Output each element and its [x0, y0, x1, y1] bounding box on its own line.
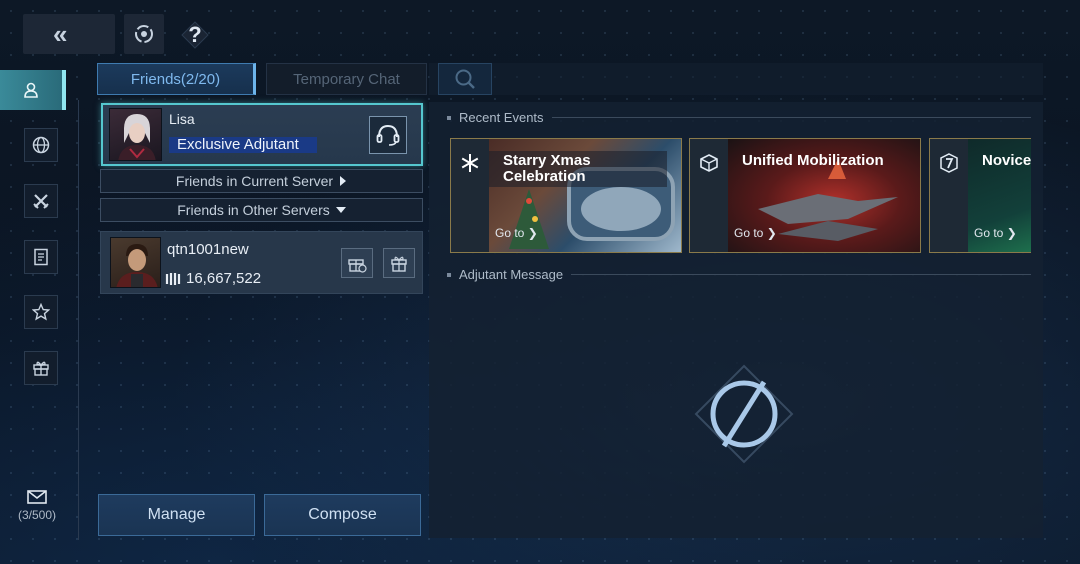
customer-service-button[interactable]: [369, 116, 407, 154]
power-value: 16,667,522: [186, 270, 262, 287]
divider: [571, 274, 1031, 275]
event-goto-link[interactable]: Go to ❯: [734, 226, 777, 240]
envelope-icon: [27, 490, 47, 504]
tab-friends[interactable]: Friends(2/20): [97, 63, 256, 95]
event-goto-link[interactable]: Go to ❯: [495, 226, 538, 240]
section-title: Adjutant Message: [459, 267, 564, 282]
cube-icon: [700, 154, 718, 172]
nav-item-battle[interactable]: [24, 184, 58, 218]
recent-events-header: Recent Events: [447, 110, 1031, 125]
event-clip: Novice Go to ❯: [929, 138, 1031, 253]
tab-temporary-chat[interactable]: Temporary Chat: [266, 63, 427, 95]
chevron-right-icon: ❯: [527, 226, 538, 240]
event-title: Unified Mobilization: [742, 152, 884, 169]
manage-button[interactable]: Manage: [98, 494, 255, 536]
settings-button[interactable]: [124, 14, 164, 54]
group-other-servers[interactable]: Friends in Other Servers: [100, 198, 423, 222]
question-icon: ?: [188, 22, 202, 47]
chevron-right-icon: ❯: [766, 226, 777, 240]
gift-icon: [391, 256, 407, 272]
headset-icon: [376, 124, 400, 146]
event-card-novice[interactable]: Novice Go to ❯: [929, 138, 1031, 253]
seven-badge-icon: [940, 153, 958, 173]
crossed-swords-icon: [33, 194, 49, 209]
event-card-mobilization[interactable]: Unified Mobilization Go to ❯: [689, 138, 921, 253]
chevron-right-icon: ❯: [1006, 226, 1017, 240]
event-icon-column: [451, 139, 489, 252]
gift-icon: [33, 361, 49, 376]
nav-item-favorites[interactable]: [24, 295, 58, 329]
globe-icon: [32, 136, 50, 154]
document-icon: [34, 248, 48, 266]
adjutant-message-header: Adjutant Message: [447, 267, 1031, 282]
adjutant-role-badge: Exclusive Adjutant: [169, 137, 317, 153]
nav-item-gifts[interactable]: [24, 351, 58, 385]
compose-button[interactable]: Compose: [264, 494, 421, 536]
nav-divider: [78, 100, 79, 540]
bullet: [447, 115, 451, 120]
side-nav: [0, 60, 80, 550]
double-chevron-left-icon: «: [53, 18, 68, 49]
event-art: Unified Mobilization Go to ❯: [728, 139, 920, 252]
target-icon: [135, 25, 153, 43]
goto-label: Go to: [974, 226, 1004, 240]
friend-power: 16,667,522: [165, 270, 261, 287]
group-label: Friends in Current Server: [175, 173, 334, 189]
back-button[interactable]: «: [23, 14, 115, 54]
group-current-server[interactable]: Friends in Current Server: [100, 169, 423, 193]
friend-row[interactable]: qtn1001new 16,667,522: [100, 231, 423, 294]
event-icon-column: [690, 139, 728, 252]
friend-name: qtn1001new: [167, 241, 249, 258]
mail-button[interactable]: (3/500): [12, 490, 62, 522]
help-button[interactable]: ?: [180, 18, 210, 52]
section-title: Recent Events: [459, 110, 544, 125]
bullet: [447, 272, 451, 277]
send-gift-button[interactable]: [341, 248, 373, 278]
power-icon: [165, 272, 181, 285]
gift-button[interactable]: [383, 248, 415, 278]
gift-send-icon: [348, 259, 367, 273]
divider: [551, 117, 1031, 118]
person-icon: [24, 82, 38, 98]
goto-label: Go to: [495, 226, 525, 240]
detail-panel: Recent Events Starry Xmas Celebration Go…: [429, 102, 1043, 538]
adjutant-name: Lisa: [169, 111, 195, 127]
event-icon-column: [930, 139, 968, 252]
event-title: Starry Xmas Celebration: [503, 152, 591, 185]
event-title: Novice: [982, 152, 1031, 169]
nav-item-friends[interactable]: [0, 70, 66, 110]
goto-label: Go to: [734, 226, 764, 240]
adjutant-avatar: [109, 108, 162, 161]
nav-item-log[interactable]: [24, 240, 58, 274]
mail-count: (3/500): [17, 508, 57, 522]
event-art: Starry Xmas Celebration Go to ❯: [489, 139, 681, 252]
tab-bar-strip: [429, 63, 1043, 95]
event-goto-link[interactable]: Go to ❯: [974, 226, 1017, 240]
caret-down-icon: [335, 207, 346, 213]
event-card-xmas[interactable]: Starry Xmas Celebration Go to ❯: [450, 138, 682, 253]
nav-item-world[interactable]: [24, 128, 58, 162]
snowflake-icon: [461, 154, 479, 172]
friend-avatar: [110, 237, 161, 288]
star-icon: [32, 303, 50, 321]
event-art: Novice Go to ❯: [968, 139, 1031, 252]
adjutant-card[interactable]: Lisa Exclusive Adjutant: [101, 103, 423, 166]
group-label: Friends in Other Servers: [177, 202, 330, 218]
caret-right-icon: [340, 176, 347, 186]
empty-state-icon: [694, 364, 794, 464]
